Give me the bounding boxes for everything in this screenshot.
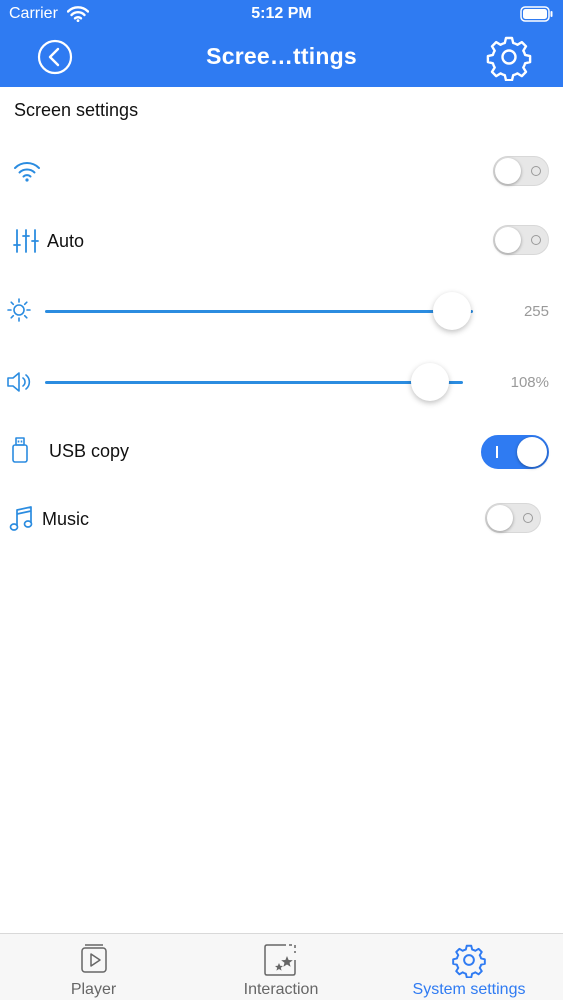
wifi-row (0, 146, 563, 196)
tab-interaction-label: Interaction (243, 981, 319, 998)
toggle-off-mark (531, 166, 541, 176)
gear-icon (452, 944, 486, 978)
section-title: Screen settings (14, 100, 139, 120)
toggle-off-mark (523, 513, 533, 523)
usb-copy-label: USB copy (49, 441, 130, 461)
usb-drive-icon (12, 437, 28, 463)
auto-label: Auto (47, 231, 85, 251)
speaker-icon (7, 372, 31, 392)
volume-value: 108% (510, 374, 549, 391)
toggle-knob (495, 158, 521, 184)
tab-interaction[interactable]: Interaction (187, 934, 375, 1000)
page-title: Scree…ttings (206, 43, 357, 69)
music-row: Music (0, 494, 563, 544)
tab-player-label: Player (70, 981, 117, 998)
gear-icon[interactable] (485, 33, 533, 81)
battery-icon (520, 6, 553, 22)
tab-bar: Player Interaction System settings (0, 933, 563, 1000)
music-toggle[interactable] (485, 503, 541, 533)
usb-copy-toggle[interactable] (481, 435, 549, 469)
volume-slider-track[interactable] (45, 381, 463, 384)
nav-bar: Scree…ttings (0, 30, 563, 87)
stars-icon (264, 944, 296, 976)
volume-row: 108% (0, 357, 563, 407)
wifi-toggle[interactable] (493, 156, 549, 186)
tab-player[interactable]: Player (0, 934, 187, 1000)
auto-toggle[interactable] (493, 225, 549, 255)
music-label: Music (42, 509, 90, 529)
music-note-icon (9, 506, 33, 531)
toggle-knob (487, 505, 513, 531)
sun-icon (7, 298, 31, 322)
status-bar: Carrier 5:12 PM (0, 0, 563, 30)
header: Carrier 5:12 PM Scree…ttings (0, 0, 563, 87)
toggle-off-mark (531, 235, 541, 245)
status-time: 5:12 PM (251, 5, 312, 22)
toggle-on-mark (496, 446, 498, 458)
brightness-value: 255 (523, 303, 549, 320)
volume-slider-knob[interactable] (410, 363, 449, 401)
tab-system-settings-label: System settings (412, 981, 526, 998)
brightness-row: 255 (0, 286, 563, 336)
wifi-icon (14, 162, 40, 182)
play-icon (80, 944, 107, 973)
toggle-knob (517, 437, 547, 467)
equalizer-icon (13, 229, 39, 253)
brightness-slider-knob[interactable] (432, 292, 471, 330)
toggle-knob (495, 227, 521, 253)
tab-system-settings[interactable]: System settings (375, 934, 563, 1000)
auto-row: Auto (0, 216, 563, 266)
brightness-slider-track[interactable] (45, 310, 473, 313)
usb-copy-row: USB copy (0, 426, 563, 476)
